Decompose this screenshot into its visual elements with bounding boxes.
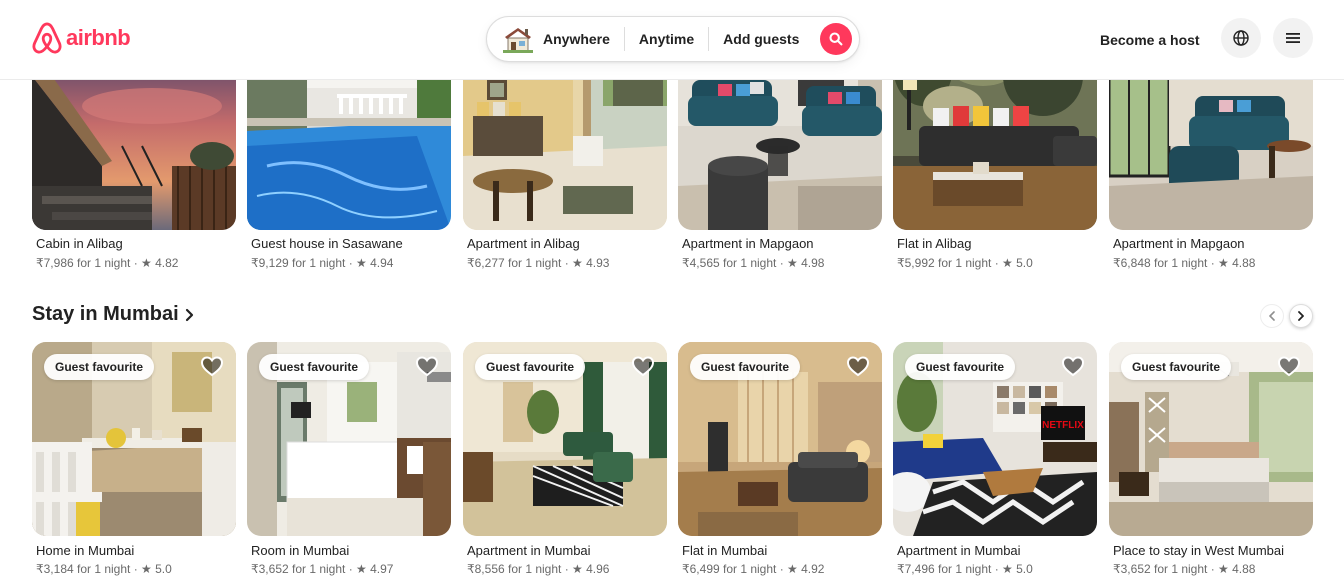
listing-photo[interactable]: Guest favourite: [1109, 342, 1313, 536]
logo-wordmark: airbnb: [66, 25, 131, 50]
listing-title: Apartment in Mumbai: [467, 543, 591, 558]
listing-card[interactable]: Guest favourite Apartment in Mumbai ₹8,5…: [463, 342, 667, 576]
search-icon: [829, 32, 843, 46]
listing-title: Apartment in Mapgaon: [1113, 236, 1245, 251]
listing-photo[interactable]: Guest favourite: [678, 342, 882, 536]
carousel-next-button[interactable]: [1289, 304, 1313, 328]
heart-icon[interactable]: [415, 354, 439, 378]
airbnb-logo-icon: [32, 22, 62, 54]
listing-card[interactable]: Guest favourite Room in Mumbai ₹3,652 fo…: [247, 342, 451, 576]
search-bar[interactable]: Anywhere Anytime Add guests: [486, 16, 860, 62]
listing-price-rating: ₹7,986 for 1 night · ★ 4.82: [36, 256, 179, 270]
listing-title: Cabin in Alibag: [36, 236, 123, 251]
listing-price-rating: ₹9,129 for 1 night · ★ 4.94: [251, 256, 394, 270]
heart-icon[interactable]: [1277, 354, 1301, 378]
search-button[interactable]: [820, 23, 852, 55]
listing-price-rating: ₹3,652 for 1 night · ★ 4.97: [251, 562, 394, 576]
listing-title: Room in Mumbai: [251, 543, 350, 558]
tv-brand-text: NETFLIX: [1042, 420, 1084, 431]
listing-photo[interactable]: Guest favourite: [463, 342, 667, 536]
language-button[interactable]: [1221, 18, 1261, 58]
listing-title: Place to stay in West Mumbai: [1113, 543, 1284, 558]
listing-price-rating: ₹4,565 for 1 night · ★ 4.98: [682, 256, 825, 270]
listing-title: Apartment in Alibag: [467, 236, 580, 251]
heart-icon[interactable]: [1061, 354, 1085, 378]
guest-favourite-badge: Guest favourite: [475, 354, 586, 380]
guest-favourite-badge: Guest favourite: [44, 354, 155, 380]
become-host-link[interactable]: Become a host: [1090, 28, 1210, 52]
listing-price-rating: ₹3,184 for 1 night · ★ 5.0: [36, 562, 172, 576]
guest-favourite-badge: Guest favourite: [905, 354, 1016, 380]
listing-price-rating: ₹5,992 for 1 night · ★ 5.0: [897, 256, 1033, 270]
listing-card[interactable]: Guest favourite Home in Mumbai ₹3,184 fo…: [32, 342, 236, 576]
listing-price-rating: ₹6,277 for 1 night · ★ 4.93: [467, 256, 610, 270]
mumbai-listings-row: Guest favourite Home in Mumbai ₹3,184 fo…: [32, 342, 1344, 584]
listing-photo[interactable]: Guest favourite: [32, 342, 236, 536]
listing-card[interactable]: Guest favourite Flat in Mumbai ₹6,499 fo…: [678, 342, 882, 576]
listing-price-rating: ₹7,496 for 1 night · ★ 5.0: [897, 562, 1033, 576]
globe-icon: [1233, 30, 1249, 46]
section-title-stay-in-mumbai[interactable]: Stay in Mumbai: [32, 303, 195, 326]
airbnb-logo[interactable]: airbnb: [32, 22, 131, 54]
heart-icon[interactable]: [846, 354, 870, 378]
listing-card[interactable]: NETFLIX Guest favourite Apartment in Mum…: [893, 342, 1097, 576]
section-title-text: Stay in Mumbai: [32, 303, 179, 325]
listing-card[interactable]: Guest favourite Place to stay in West Mu…: [1109, 342, 1313, 576]
chevron-left-icon: [1269, 311, 1275, 321]
carousel-prev-button[interactable]: [1260, 304, 1284, 328]
listing-title: Apartment in Mumbai: [897, 543, 1021, 558]
search-guests[interactable]: Add guests: [709, 31, 813, 47]
site-header: airbnb Anywhere Anytime Add guests Becom…: [0, 0, 1344, 80]
menu-icon: [1286, 33, 1300, 43]
listing-title: Apartment in Mapgaon: [682, 236, 814, 251]
search-when[interactable]: Anytime: [625, 31, 708, 47]
guest-favourite-badge: Guest favourite: [690, 354, 801, 380]
search-where[interactable]: Anywhere: [543, 31, 624, 47]
listing-price-rating: ₹8,556 for 1 night · ★ 4.96: [467, 562, 610, 576]
listing-title: Flat in Mumbai: [682, 543, 768, 558]
listing-price-rating: ₹6,848 for 1 night · ★ 4.88: [1113, 256, 1256, 270]
guest-favourite-badge: Guest favourite: [1121, 354, 1232, 380]
chevron-right-icon: [1298, 311, 1304, 321]
listing-price-rating: ₹3,652 for 1 night · ★ 4.88: [1113, 562, 1256, 576]
listing-photo[interactable]: Guest favourite: [247, 342, 451, 536]
listing-title: Flat in Alibag: [897, 236, 972, 251]
listing-title: Home in Mumbai: [36, 543, 135, 558]
listing-photo[interactable]: NETFLIX Guest favourite: [893, 342, 1097, 536]
guest-favourite-badge: Guest favourite: [259, 354, 370, 380]
heart-icon[interactable]: [631, 354, 655, 378]
chevron-right-icon: [185, 308, 193, 321]
listing-price-rating: ₹6,499 for 1 night · ★ 4.92: [682, 562, 825, 576]
listing-title: Guest house in Sasawane: [251, 236, 403, 251]
house-icon: [503, 28, 533, 53]
heart-icon[interactable]: [200, 354, 224, 378]
main-menu-button[interactable]: [1273, 18, 1313, 58]
